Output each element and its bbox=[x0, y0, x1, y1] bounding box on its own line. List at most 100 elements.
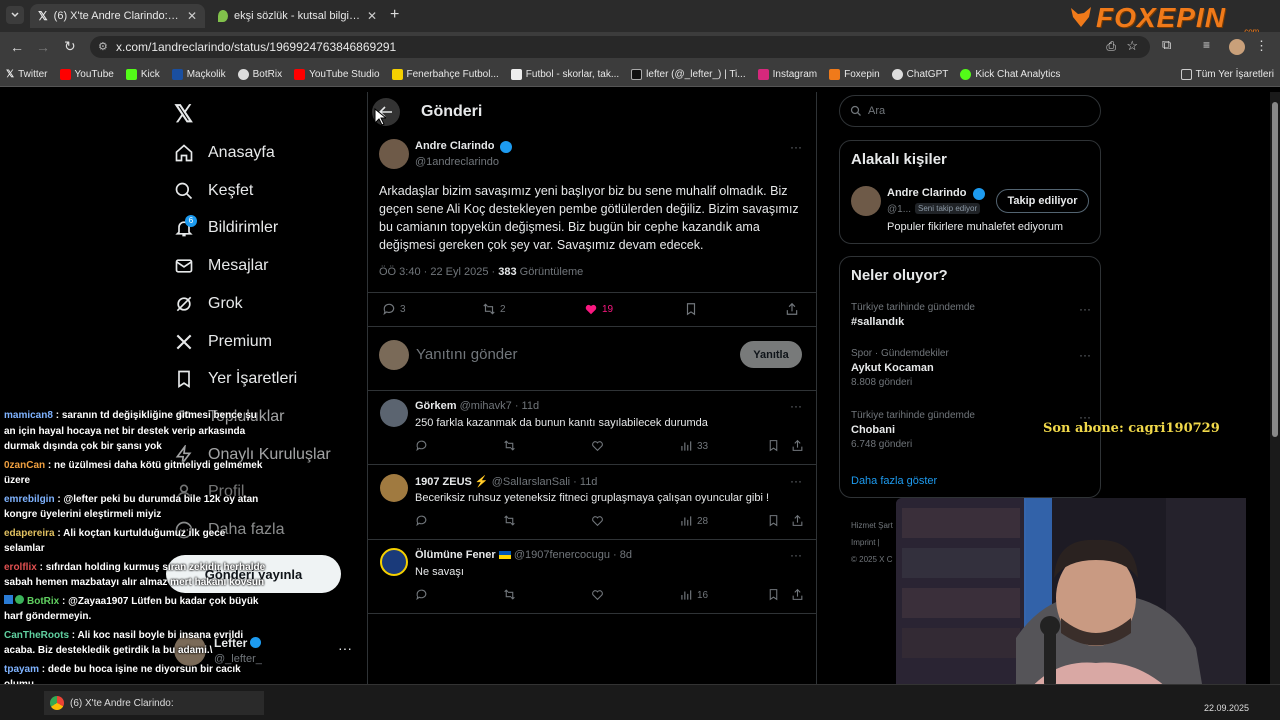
following-button[interactable]: Takip ediliyor bbox=[996, 189, 1089, 213]
reply-button[interactable]: 3 bbox=[382, 302, 406, 316]
bookmark-mackolik[interactable]: Maçkolik bbox=[166, 68, 232, 80]
share-icon[interactable] bbox=[791, 439, 804, 452]
search-input[interactable]: Ara bbox=[839, 95, 1101, 127]
more-dots-icon[interactable]: ··· bbox=[1079, 302, 1091, 316]
taskbar-chrome-item[interactable]: (6) X'te Andre Clarindo: bbox=[44, 691, 264, 715]
extensions-icon[interactable]: ⧉ bbox=[1162, 37, 1171, 53]
star-icon[interactable]: ☆ bbox=[1126, 38, 1138, 54]
install-icon[interactable]: ⎙ bbox=[1106, 39, 1116, 54]
chatgpt-icon bbox=[891, 68, 903, 80]
tweet-time[interactable]: ÖÖ 3:40 · 22 Eyl 2025 · bbox=[379, 266, 495, 278]
bookmark-icon[interactable] bbox=[767, 439, 780, 452]
omnibox[interactable]: ⚙ x.com/1andreclarindo/status/1969924763… bbox=[90, 36, 1150, 58]
folder-icon bbox=[1180, 68, 1192, 80]
profile-avatar[interactable] bbox=[1229, 39, 1245, 55]
views-button[interactable]: 33 bbox=[679, 439, 708, 453]
scrollbar-thumb[interactable] bbox=[1272, 102, 1278, 437]
more-dots-icon[interactable]: ··· bbox=[790, 399, 802, 413]
bookmark-youtube[interactable]: YouTube bbox=[54, 68, 120, 80]
bookmark-futbol[interactable]: Futbol - skorlar, tak... bbox=[505, 68, 625, 80]
nav-notifications[interactable]: Bildirimler 6 bbox=[174, 211, 278, 245]
tweet-author[interactable]: Andre Clarindo bbox=[415, 140, 494, 152]
scrollbar[interactable] bbox=[1270, 92, 1280, 684]
window-controls: ⋮ bbox=[1255, 38, 1268, 53]
more-dots-icon[interactable]: ··· bbox=[790, 474, 802, 488]
bookmark-tiktok[interactable]: lefter (@_lefter_) | Ti... bbox=[625, 68, 751, 80]
nav-grok[interactable]: Grok bbox=[174, 287, 243, 321]
tweet-handle[interactable]: @1andreclarindo bbox=[415, 156, 499, 168]
bookmark-kick-chat[interactable]: Kick Chat Analytics bbox=[954, 68, 1066, 80]
back-icon[interactable]: ← bbox=[10, 39, 24, 55]
heart-icon[interactable] bbox=[591, 439, 604, 452]
tweet-more-icon[interactable]: ··· bbox=[790, 140, 802, 154]
reply-item[interactable]: 1907 ZEUS ⚡ @SalIarslanSali · 11d ··· Be… bbox=[368, 466, 816, 540]
nav-explore[interactable]: Keşfet bbox=[174, 174, 253, 208]
bookmark-twitter[interactable]: 𝕏 Twitter bbox=[0, 69, 54, 80]
reply-input[interactable]: Yanıtını gönder bbox=[416, 346, 517, 363]
reply-icon[interactable] bbox=[415, 439, 428, 452]
bookmark-foxepin[interactable]: Foxepin bbox=[823, 68, 886, 80]
share-icon[interactable] bbox=[791, 588, 804, 601]
heart-icon[interactable] bbox=[591, 514, 604, 527]
reply-item[interactable]: Görkem @mihavk7 · 11d ··· 250 farkla kaz… bbox=[368, 391, 816, 465]
main-right-border bbox=[816, 92, 817, 684]
trend-item[interactable]: Türkiye tarihinde gündemde #sallandık ··… bbox=[851, 302, 1091, 342]
nav-premium[interactable]: Premium bbox=[174, 325, 272, 359]
bookmark-icon[interactable] bbox=[767, 514, 780, 527]
composer-avatar bbox=[379, 340, 409, 370]
tab-eksi[interactable]: ekşi sözlük - kutsal bilgi kaynağı ✕ bbox=[210, 4, 385, 28]
share-icon[interactable] bbox=[791, 514, 804, 527]
share-icon bbox=[786, 302, 798, 315]
repost-icon[interactable] bbox=[503, 514, 516, 527]
bookmark-kick[interactable]: Kick bbox=[120, 68, 166, 80]
bookmark-fenerbahce[interactable]: Fenerbahçe Futbol... bbox=[386, 68, 505, 80]
reply-item[interactable]: Ölümüne Fener @1907fenercocugu · 8d ··· … bbox=[368, 540, 816, 614]
heart-filled-icon bbox=[585, 304, 597, 315]
views-button[interactable]: 28 bbox=[679, 514, 708, 528]
bookmark-icon[interactable] bbox=[767, 588, 780, 601]
new-tab-button[interactable]: + bbox=[390, 6, 399, 24]
repost-icon[interactable] bbox=[503, 439, 516, 452]
bookmark-instagram[interactable]: Instagram bbox=[752, 68, 823, 80]
nav-home[interactable]: Anasayfa bbox=[174, 136, 275, 170]
nav-bookmarks[interactable]: Yer İşaretleri bbox=[174, 362, 297, 396]
all-bookmarks[interactable]: Tüm Yer İşaretleri bbox=[1175, 68, 1280, 80]
tweet-avatar[interactable] bbox=[379, 139, 409, 169]
reply-icon[interactable] bbox=[415, 588, 428, 601]
site-info-icon[interactable]: ⚙ bbox=[98, 40, 108, 53]
bookmark-botrix[interactable]: BotRix bbox=[232, 68, 288, 80]
avatar[interactable] bbox=[380, 399, 408, 427]
reply-button-submit[interactable]: Yanıtla bbox=[740, 341, 802, 368]
grok-icon bbox=[176, 296, 192, 312]
tab-search-button[interactable] bbox=[6, 6, 24, 24]
show-more-link[interactable]: Daha fazla göster bbox=[851, 475, 937, 487]
related-name[interactable]: Andre Clarindo bbox=[887, 187, 966, 199]
reply-actions: 16 bbox=[415, 588, 805, 602]
heart-icon[interactable] bbox=[591, 588, 604, 601]
more-dots-icon[interactable]: ··· bbox=[1079, 348, 1091, 362]
forward-icon[interactable]: → bbox=[36, 39, 50, 55]
trend-item[interactable]: Spor · Gündemdekiler Aykut Kocaman 8.808… bbox=[851, 348, 1091, 398]
more-dots-icon[interactable]: ··· bbox=[790, 548, 802, 562]
like-button[interactable]: 19 bbox=[584, 302, 613, 316]
reload-icon[interactable]: ↻ bbox=[64, 38, 76, 55]
nav-messages[interactable]: Mesajlar bbox=[174, 249, 268, 283]
repost-button[interactable]: 2 bbox=[482, 302, 506, 316]
avatar[interactable] bbox=[380, 548, 408, 576]
x-logo[interactable]: 𝕏 bbox=[174, 100, 193, 129]
views-button[interactable]: 16 bbox=[679, 588, 708, 602]
bookmark-button[interactable] bbox=[684, 302, 698, 316]
avatar[interactable] bbox=[851, 186, 881, 216]
more-dots-icon[interactable]: ··· bbox=[338, 640, 352, 656]
close-icon[interactable]: ✕ bbox=[367, 9, 377, 23]
reply-icon[interactable] bbox=[415, 514, 428, 527]
repost-icon[interactable] bbox=[503, 588, 516, 601]
tab-active[interactable]: 𝕏 (6) X'te Andre Clarindo: "Arkad... ✕ bbox=[30, 4, 205, 28]
bookmark-youtube-studio[interactable]: YouTube Studio bbox=[288, 68, 385, 80]
share-button[interactable] bbox=[785, 302, 799, 316]
bookmark-chatgpt[interactable]: ChatGPT bbox=[886, 68, 955, 80]
media-icon[interactable]: ≡ bbox=[1203, 38, 1210, 52]
close-icon[interactable]: ✕ bbox=[187, 9, 197, 23]
follows-you-badge: Seni takip ediyor bbox=[915, 203, 981, 214]
avatar[interactable] bbox=[380, 474, 408, 502]
